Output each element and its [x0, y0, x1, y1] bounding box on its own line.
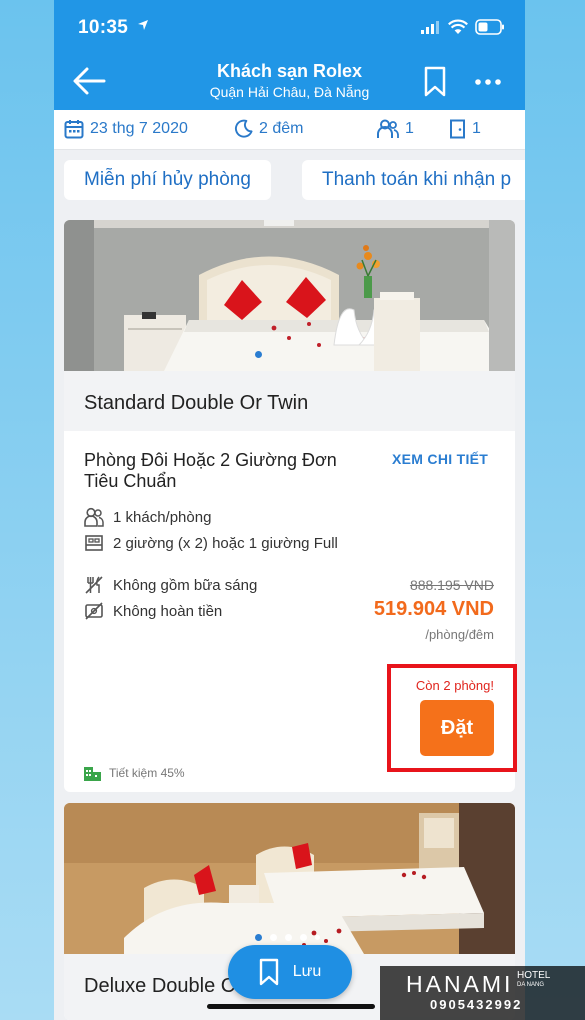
- view-details-link[interactable]: XEM CHI TIẾT: [392, 451, 488, 467]
- bed-icon: [85, 535, 103, 551]
- date-info[interactable]: 23 thg 7 2020: [64, 119, 188, 139]
- room-photo-image: [64, 803, 515, 954]
- savings-text: Tiết kiệm 45%: [109, 766, 185, 780]
- nights-text: 2 đêm: [259, 119, 304, 137]
- bookmark-icon: [259, 958, 278, 986]
- save-button[interactable]: Lưu: [228, 945, 352, 999]
- carousel-dot: [300, 934, 307, 941]
- filter-pay-at-hotel[interactable]: Thanh toán khi nhận p: [302, 160, 525, 200]
- no-refund-icon: [85, 602, 103, 620]
- beds-text: 2 giường (x 2) hoặc 1 giường Full: [113, 534, 338, 552]
- status-time: 10:35: [78, 17, 129, 38]
- back-arrow-icon[interactable]: [72, 66, 106, 96]
- rooms-text: 1: [472, 120, 481, 137]
- watermark-brand: HANAMI: [406, 971, 514, 997]
- carousel-dot: [270, 934, 277, 941]
- occupancy-row: 1 khách/phòng: [84, 507, 211, 527]
- app-header: 10:35 Khách sạn Rolex Quận Hải Châu, Đà …: [54, 0, 525, 110]
- watermark-phone: 0905432992: [430, 997, 523, 1012]
- savings-icon: [84, 767, 101, 781]
- calendar-icon: [64, 120, 84, 139]
- price-unit: /phòng/đêm: [425, 627, 494, 642]
- hotel-title: Khách sạn Rolex: [216, 61, 363, 81]
- nights-info[interactable]: 2 đêm: [234, 119, 303, 138]
- breakfast-row: Không gồm bữa sáng: [84, 575, 257, 595]
- wifi-icon: [448, 19, 468, 34]
- breakfast-text: Không gồm bữa sáng: [113, 576, 258, 594]
- watermark-brand-sub2: DA NANG: [517, 982, 545, 988]
- guests-info[interactable]: 1: [377, 119, 414, 139]
- room-photo[interactable]: [64, 220, 515, 371]
- refund-row: Không hoàn tiền: [84, 601, 222, 621]
- guests-icon: [377, 119, 399, 138]
- location-arrow-icon: [138, 20, 148, 30]
- room-type-title: Standard Double Or Twin: [64, 371, 515, 431]
- room-photo[interactable]: [64, 803, 515, 954]
- watermark-logo: HANAMI HOTEL DA NANG 0905432992: [380, 966, 585, 1020]
- battery-icon: [475, 19, 504, 35]
- filter-free-cancellation[interactable]: Miễn phí hủy phòng: [64, 160, 271, 200]
- hotel-location: Quận Hải Châu, Đà Nẵng: [209, 84, 370, 100]
- guests-icon: [84, 507, 104, 527]
- search-summary-bar[interactable]: 23 thg 7 2020 2 đêm 1 1: [54, 110, 525, 150]
- savings-row: Tiết kiệm 45%: [84, 765, 185, 781]
- left-background: [0, 0, 54, 1020]
- guests-text: 1: [405, 120, 414, 137]
- refund-text: Không hoàn tiền: [113, 602, 223, 620]
- more-options-icon[interactable]: [475, 79, 501, 85]
- beds-row: 2 giường (x 2) hoặc 1 giường Full: [84, 533, 338, 553]
- highlight-box: [387, 664, 517, 772]
- date-text: 23 thg 7 2020: [90, 120, 188, 137]
- occupancy-text: 1 khách/phòng: [113, 508, 212, 526]
- original-price: 888.195 VND: [409, 577, 494, 593]
- save-label: Lưu: [292, 963, 322, 980]
- room-name: Phòng Đôi Hoặc 2 Giường Đơn Tiêu Chuẩn: [84, 450, 337, 491]
- moon-icon: [235, 119, 253, 138]
- phone-screen: 10:35 Khách sạn Rolex Quận Hải Châu, Đà …: [54, 0, 525, 1020]
- door-icon: [450, 119, 465, 139]
- filter-chips: Miễn phí hủy phòng Thanh toán khi nhận p: [64, 160, 525, 202]
- carousel-dot: [315, 935, 320, 940]
- no-breakfast-icon: [85, 576, 103, 594]
- carousel-dot-active: [255, 351, 262, 358]
- carousel-dot-active: [255, 934, 262, 941]
- room-photo-image: [64, 220, 515, 371]
- home-indicator: [207, 1004, 375, 1009]
- cellular-signal-icon: [421, 21, 439, 34]
- watermark-brand-sub: HOTEL: [517, 970, 551, 981]
- discounted-price: 519.904 VND: [373, 598, 494, 620]
- carousel-dot: [285, 934, 292, 941]
- bookmark-icon[interactable]: [423, 66, 447, 98]
- right-background: [525, 0, 585, 1020]
- rooms-info[interactable]: 1: [449, 119, 481, 139]
